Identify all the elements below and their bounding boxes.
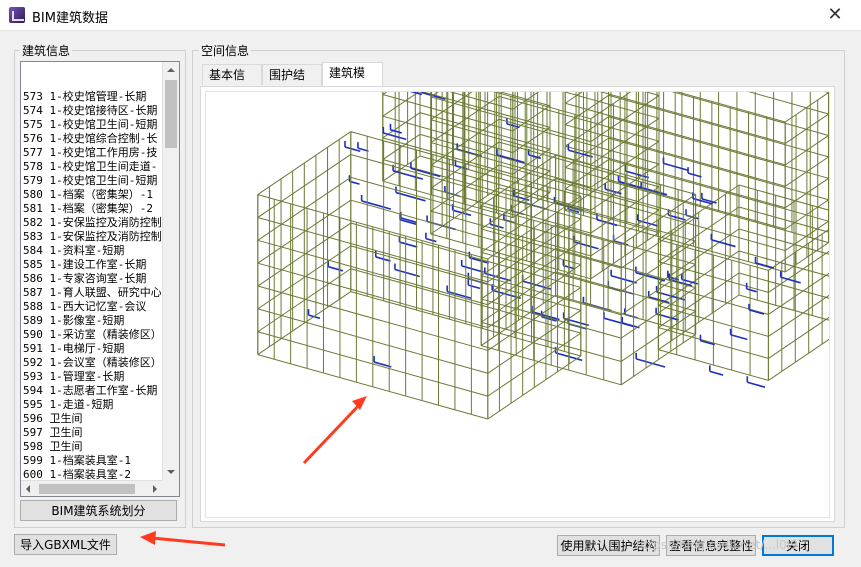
list-item[interactable]: 590 1-采访室（精装修区） [23, 328, 161, 342]
vertical-scrollbar[interactable] [162, 62, 179, 480]
list-item[interactable]: 581 1-档案（密集架）-2 [23, 202, 161, 216]
horizontal-scrollbar[interactable] [21, 480, 162, 496]
tab-building-model[interactable]: 建筑模型 [322, 62, 383, 101]
list-item[interactable]: 595 1-走道-短期 [23, 398, 161, 412]
scrollbar-corner [162, 480, 179, 496]
list-item[interactable]: 596 卫生间 [23, 412, 161, 426]
scroll-down-icon[interactable] [167, 470, 175, 474]
list-item[interactable]: 597 卫生间 [23, 426, 161, 440]
list-item[interactable]: 588 1-西大记忆室-会议 [23, 300, 161, 314]
model-viewport[interactable] [205, 91, 830, 518]
title-bar: BIM建筑数据 ✕ [0, 0, 861, 31]
annotation-arrow [302, 396, 367, 465]
building-list-items: 573 1-校史馆管理-长期 574 1-校史馆接待区-长期 575 1-校史馆卫生… [23, 90, 161, 482]
list-item[interactable]: 573 1-校史馆管理-长期 [23, 90, 161, 104]
list-item[interactable]: 585 1-建设工作室-长期 [23, 258, 161, 272]
tab-basic-info[interactable]: 基本信息 [202, 64, 262, 103]
list-item[interactable]: 576 1-校史馆综合控制-长 [23, 132, 161, 146]
list-item[interactable]: 577 1-校史馆工作用房-技 [23, 146, 161, 160]
list-item[interactable]: 578 1-校史馆卫生间走道- [23, 160, 161, 174]
list-item[interactable]: 589 1-影像室-短期 [23, 314, 161, 328]
list-item[interactable]: 594 1-志愿者工作室-长期 [23, 384, 161, 398]
list-item[interactable]: 579 1-校史馆卫生间-短期 [23, 174, 161, 188]
close-icon[interactable]: ✕ [823, 3, 847, 27]
building-wireframe-model [257, 92, 829, 465]
list-item[interactable]: 575 1-校史馆卫生间-短期 [23, 118, 161, 132]
scroll-right-icon[interactable] [153, 485, 157, 493]
list-item[interactable]: 592 1-会议室（精装修区） [23, 356, 161, 370]
list-item[interactable]: 593 1-管理室-长期 [23, 370, 161, 384]
list-item[interactable]: 598 卫生间 [23, 440, 161, 454]
list-item[interactable]: 586 1-专家咨询室-长期 [23, 272, 161, 286]
tab-envelope[interactable]: 围护结构 [262, 64, 322, 103]
building-info-label: 建筑信息 [20, 42, 73, 59]
bim-system-partition-button[interactable]: BIM建筑系统划分 [20, 500, 177, 521]
watermark: https://blog.csdn.net/...l0l9 [636, 538, 798, 552]
list-item[interactable]: 582 1-安保监控及消防控制 [23, 216, 161, 230]
app-icon [9, 7, 25, 23]
list-item[interactable]: 591 1-电梯厅-短期 [23, 342, 161, 356]
import-gbxml-button[interactable]: 导入GBXML文件 [14, 534, 117, 555]
horizontal-scroll-thumb[interactable] [39, 484, 135, 494]
building-model-panel [200, 86, 835, 522]
vertical-scroll-thumb[interactable] [165, 80, 177, 148]
window-title: BIM建筑数据 [32, 11, 108, 26]
list-item[interactable]: 584 1-资料室-短期 [23, 244, 161, 258]
list-item[interactable]: 599 1-档案装具室-1 [23, 454, 161, 468]
space-info-label: 空间信息 [199, 42, 252, 59]
scroll-up-icon[interactable] [167, 68, 175, 72]
list-item[interactable]: 574 1-校史馆接待区-长期 [23, 104, 161, 118]
scroll-left-icon[interactable] [26, 485, 30, 493]
list-item[interactable]: 587 1-育人联盟、研究中心 [23, 286, 161, 300]
list-item[interactable]: 583 1-安保监控及消防控制 [23, 230, 161, 244]
list-item[interactable]: 580 1-档案（密集架）-1 [23, 188, 161, 202]
building-list[interactable]: 573 1-校史馆管理-长期 574 1-校史馆接待区-长期 575 1-校史馆卫生… [20, 61, 180, 497]
